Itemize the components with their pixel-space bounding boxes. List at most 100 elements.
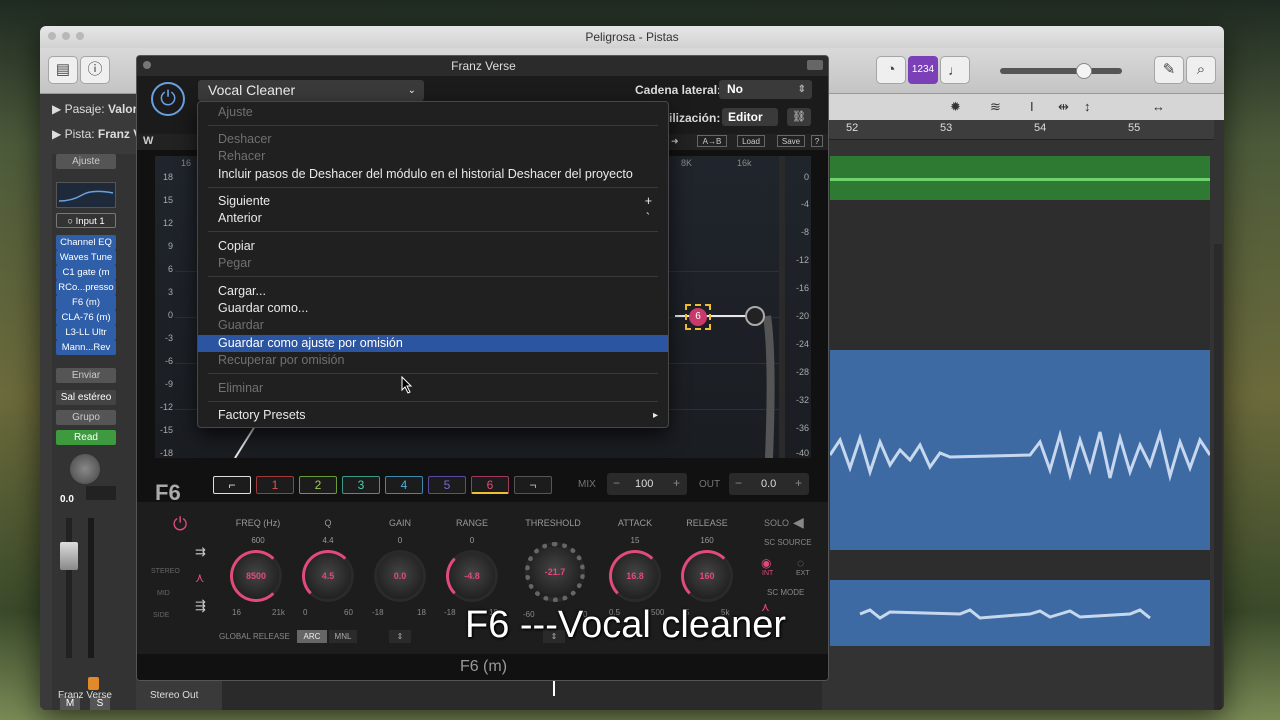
mnl-button[interactable]: MNL	[329, 630, 357, 643]
plugin-slot-1[interactable]: Channel EQ	[56, 235, 116, 250]
pan-knob[interactable]	[70, 454, 100, 484]
vertical-scrollbar[interactable]	[1214, 244, 1222, 710]
horizontal-zoom-icon[interactable]: ↔	[1152, 99, 1165, 114]
audio-region-2[interactable]	[830, 580, 1210, 646]
load-button[interactable]: Load	[737, 135, 765, 147]
fit-horizontal-icon[interactable]: ⇹	[1058, 99, 1069, 115]
ext-radio-icon[interactable]: ◌	[797, 556, 804, 570]
inspector-button[interactable]: ⓘ	[80, 56, 110, 84]
close-window-button[interactable]	[48, 32, 56, 40]
menu-item-save-as-default[interactable]: Guardar como ajuste por omisión	[198, 335, 668, 352]
plus-icon[interactable]: +	[795, 476, 802, 490]
ab-compare-button[interactable]: A→B	[697, 135, 727, 147]
high-shelf-button[interactable]: ¬	[514, 476, 552, 494]
preset-dropdown[interactable]: Vocal Cleaner ⌄	[198, 80, 424, 101]
hi-pass-handle[interactable]	[745, 306, 765, 326]
menu-item-previous[interactable]: Anterior `	[198, 210, 668, 227]
browser-button[interactable]: ⌕	[1186, 56, 1216, 84]
eq-thumbnail[interactable]	[56, 182, 116, 208]
menu-item-save-as[interactable]: Guardar como...	[198, 300, 668, 317]
volume-fader[interactable]	[60, 542, 78, 570]
menu-item-load[interactable]: Cargar...	[198, 283, 668, 300]
ext-label[interactable]: EXT	[796, 570, 810, 577]
band-enable-button[interactable]: ⏻	[173, 514, 193, 534]
gear-icon[interactable]: ✹	[950, 99, 961, 115]
menu-item-factory-presets[interactable]: Factory Presets ▸	[198, 407, 668, 424]
band-2-button[interactable]: 2	[299, 476, 337, 494]
int-label[interactable]: INT	[762, 570, 773, 577]
waveform-zoom-icon[interactable]: ≋	[990, 99, 1001, 115]
output-slot[interactable]: Sal estéreo	[56, 390, 116, 405]
region-inspector-row[interactable]: ▶ Pasaje: Valore	[52, 102, 144, 116]
band-1-button[interactable]: 1	[256, 476, 294, 494]
menu-item-next[interactable]: Siguiente +	[198, 193, 668, 210]
cpu-meter-button[interactable]: ◔	[876, 56, 906, 84]
mid-label[interactable]: MID	[157, 590, 170, 597]
menu-item-include-undo-steps[interactable]: Incluir pasos de Deshacer del módulo en …	[198, 166, 668, 183]
release-stepper[interactable]: ⇕	[389, 630, 411, 643]
minus-icon[interactable]: −	[613, 476, 620, 490]
link-button[interactable]: ⛓	[787, 108, 811, 126]
threshold-knob[interactable]: -21.7	[525, 542, 585, 602]
attack-knob[interactable]: 16.8	[609, 550, 661, 602]
plugin-close-button[interactable]	[143, 61, 151, 69]
audio-region-vocal[interactable]	[830, 350, 1210, 550]
arc-button[interactable]: ARC	[297, 630, 327, 643]
freq-knob[interactable]: 8500	[230, 550, 282, 602]
release-knob[interactable]: 160	[681, 550, 733, 602]
int-radio-icon[interactable]: ◉	[761, 556, 771, 570]
range-knob[interactable]: -4.8	[446, 550, 498, 602]
mix-field[interactable]: − 100 +	[607, 473, 687, 495]
help-button[interactable]: ?	[811, 135, 823, 147]
shelf-shape-icon[interactable]: ⇶	[195, 598, 206, 614]
sidechain-dropdown[interactable]: No ⇕	[719, 80, 812, 99]
group-slot[interactable]: Grupo	[56, 410, 116, 425]
band-4-button[interactable]: 4	[385, 476, 423, 494]
band-3-button[interactable]: 3	[342, 476, 380, 494]
master-volume-thumb[interactable]	[1076, 63, 1092, 79]
minimize-window-button[interactable]	[62, 32, 70, 40]
filter-type-icon[interactable]: ⇉	[195, 544, 206, 560]
fit-vertical-icon[interactable]: I	[1030, 99, 1034, 114]
midi-region[interactable]	[830, 156, 1210, 200]
arrow-right-icon[interactable]: ➜	[671, 136, 679, 147]
note-pad-button[interactable]: ✎	[1154, 56, 1184, 84]
send-slot[interactable]: Enviar	[56, 368, 116, 383]
vertical-zoom-icon[interactable]: ↕	[1084, 99, 1091, 114]
plugin-slot-6[interactable]: CLA-76 (m)	[56, 310, 116, 325]
bypass-power-button[interactable]: ⏻	[151, 82, 185, 116]
input-slot[interactable]: ○ Input 1	[56, 213, 116, 228]
count-in-badge[interactable]: 1234	[908, 56, 938, 84]
plugin-title-bar[interactable]: Franz Verse	[137, 56, 828, 76]
bell-shape-icon[interactable]: ⋏	[195, 570, 205, 586]
setting-button[interactable]: Ajuste	[56, 154, 116, 169]
q-knob[interactable]: 4.5	[302, 550, 354, 602]
minus-icon[interactable]: −	[735, 476, 742, 490]
plugin-slot-3[interactable]: C1 gate (m	[56, 265, 116, 280]
speaker-icon[interactable]: ◀	[793, 514, 804, 531]
save-button[interactable]: Save	[777, 135, 805, 147]
plugin-link-button[interactable]	[807, 60, 823, 70]
stereo-label[interactable]: STEREO	[151, 568, 180, 575]
master-volume-slider[interactable]	[1000, 63, 1122, 79]
timeline-ruler[interactable]: 52 53 54 55	[822, 120, 1214, 140]
out-field[interactable]: − 0.0 +	[729, 473, 809, 495]
library-button[interactable]: ▤	[48, 56, 78, 84]
low-shelf-button[interactable]: ⌐	[213, 476, 251, 494]
input-monitor-button[interactable]	[88, 677, 99, 690]
gain-knob[interactable]: 0.0	[374, 550, 426, 602]
menu-item-copy[interactable]: Copiar	[198, 238, 668, 255]
plugin-slot-5[interactable]: F6 (m)	[56, 295, 116, 310]
metronome-button[interactable]: ♩	[940, 56, 970, 84]
band-6-button[interactable]: 6	[471, 476, 509, 494]
automation-mode[interactable]: Read	[56, 430, 116, 445]
band-5-button[interactable]: 5	[428, 476, 466, 494]
plugin-slot-4[interactable]: RCo...presso	[56, 280, 116, 295]
plugin-slot-7[interactable]: L3-LL Ultr	[56, 325, 116, 340]
plugin-slot-2[interactable]: Waves Tune	[56, 250, 116, 265]
view-dropdown[interactable]: Editor	[722, 108, 778, 126]
track-inspector-row[interactable]: ▶ Pista: Franz V	[52, 127, 141, 141]
zoom-window-button[interactable]	[76, 32, 84, 40]
band-6-handle[interactable]: 6	[685, 304, 711, 330]
side-label[interactable]: SIDE	[153, 612, 169, 619]
